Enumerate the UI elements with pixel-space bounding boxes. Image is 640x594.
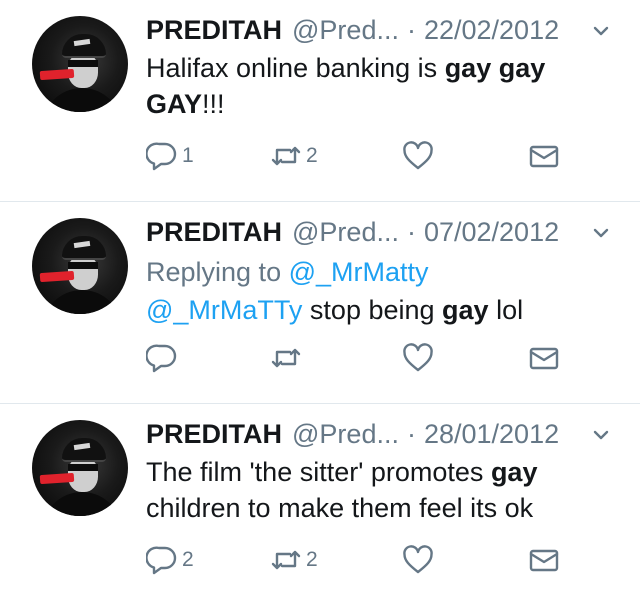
tweet-actions: 2 2 — [146, 544, 580, 580]
tweet-text-part: children to make them feel its ok — [146, 493, 534, 523]
tweet-date[interactable]: 28/01/2012 — [424, 418, 559, 450]
replying-to-user-link[interactable]: @_MrMatty — [289, 257, 429, 287]
reply-count: 2 — [182, 548, 194, 571]
tweet-text-part: The film 'the sitter' promotes — [146, 457, 491, 487]
user-handle[interactable]: @Pred... — [292, 14, 399, 46]
direct-message-button[interactable] — [528, 342, 560, 374]
mention-link[interactable]: @_MrMaTTy — [146, 295, 302, 325]
chevron-down-icon[interactable] — [592, 224, 610, 242]
tweet-text: Halifax online banking is gay gay GAY!!! — [146, 50, 620, 122]
tweet-text-part: Halifax online banking is — [146, 53, 445, 83]
like-button[interactable] — [402, 140, 434, 172]
reply-button[interactable]: 2 — [146, 544, 194, 576]
reply-button[interactable] — [146, 342, 182, 374]
heart-icon — [403, 343, 433, 372]
retweet-icon — [271, 146, 301, 166]
envelope-icon — [529, 347, 559, 370]
reply-icon — [146, 344, 177, 373]
direct-message-button[interactable] — [528, 140, 560, 172]
display-name[interactable]: PREDITAH — [146, 216, 282, 248]
display-name[interactable]: PREDITAH — [146, 14, 282, 46]
separator-dot: · — [406, 419, 416, 449]
reply-button[interactable]: 1 — [146, 140, 194, 172]
direct-message-button[interactable] — [528, 544, 560, 576]
chevron-down-icon[interactable] — [592, 426, 610, 444]
tweet-header: PREDITAH @Pred... · 28/01/2012 — [146, 418, 620, 450]
tweet-text-part: stop being — [302, 295, 443, 325]
tweet-date[interactable]: 07/02/2012 — [424, 216, 559, 248]
timeline: PREDITAH @Pred... · 22/02/2012 Halifax o… — [0, 0, 640, 594]
tweet-text: @_MrMaTTy stop being gay lol — [146, 292, 620, 328]
retweet-button[interactable]: 2 — [270, 140, 318, 172]
tweet-actions: 1 2 — [146, 140, 580, 176]
retweet-icon — [271, 348, 301, 368]
retweet-icon — [271, 550, 301, 570]
tweet[interactable]: PREDITAH @Pred... · 07/02/2012 Replying … — [0, 202, 640, 404]
envelope-icon — [529, 549, 559, 572]
replying-to-label: Replying to — [146, 257, 282, 287]
reply-count: 1 — [182, 144, 194, 167]
like-button[interactable] — [402, 342, 434, 374]
reply-icon — [146, 142, 177, 171]
avatar[interactable] — [32, 218, 128, 314]
envelope-icon — [529, 145, 559, 168]
heart-icon — [403, 545, 433, 574]
tweet[interactable]: PREDITAH @Pred... · 22/02/2012 Halifax o… — [0, 0, 640, 202]
user-handle[interactable]: @Pred... — [292, 418, 399, 450]
avatar[interactable] — [32, 16, 128, 112]
tweet-header: PREDITAH @Pred... · 07/02/2012 — [146, 216, 620, 248]
chevron-down-icon[interactable] — [592, 22, 610, 40]
tweet-text-bold: gay — [442, 295, 489, 325]
tweet-header: PREDITAH @Pred... · 22/02/2012 — [146, 14, 620, 46]
avatar[interactable] — [32, 420, 128, 516]
heart-icon — [403, 141, 433, 170]
tweet[interactable]: PREDITAH @Pred... · 28/01/2012 The film … — [0, 404, 640, 594]
tweet-text: The film 'the sitter' promotes gay child… — [146, 454, 620, 526]
tweet-text-part: lol — [488, 295, 524, 325]
retweet-count: 2 — [306, 548, 318, 571]
tweet-text-bold: gay — [490, 457, 538, 487]
replying-to: Replying to @_MrMatty — [146, 256, 620, 288]
like-button[interactable] — [402, 544, 434, 576]
separator-dot: · — [406, 217, 416, 247]
retweet-button[interactable] — [270, 342, 306, 374]
retweet-button[interactable]: 2 — [270, 544, 318, 576]
tweet-text-part: !!! — [202, 89, 225, 119]
tweet-actions — [146, 342, 580, 378]
display-name[interactable]: PREDITAH — [146, 418, 282, 450]
separator-dot: · — [406, 15, 416, 45]
user-handle[interactable]: @Pred... — [292, 216, 399, 248]
tweet-date[interactable]: 22/02/2012 — [424, 14, 559, 46]
reply-icon — [146, 546, 177, 575]
retweet-count: 2 — [306, 144, 318, 167]
